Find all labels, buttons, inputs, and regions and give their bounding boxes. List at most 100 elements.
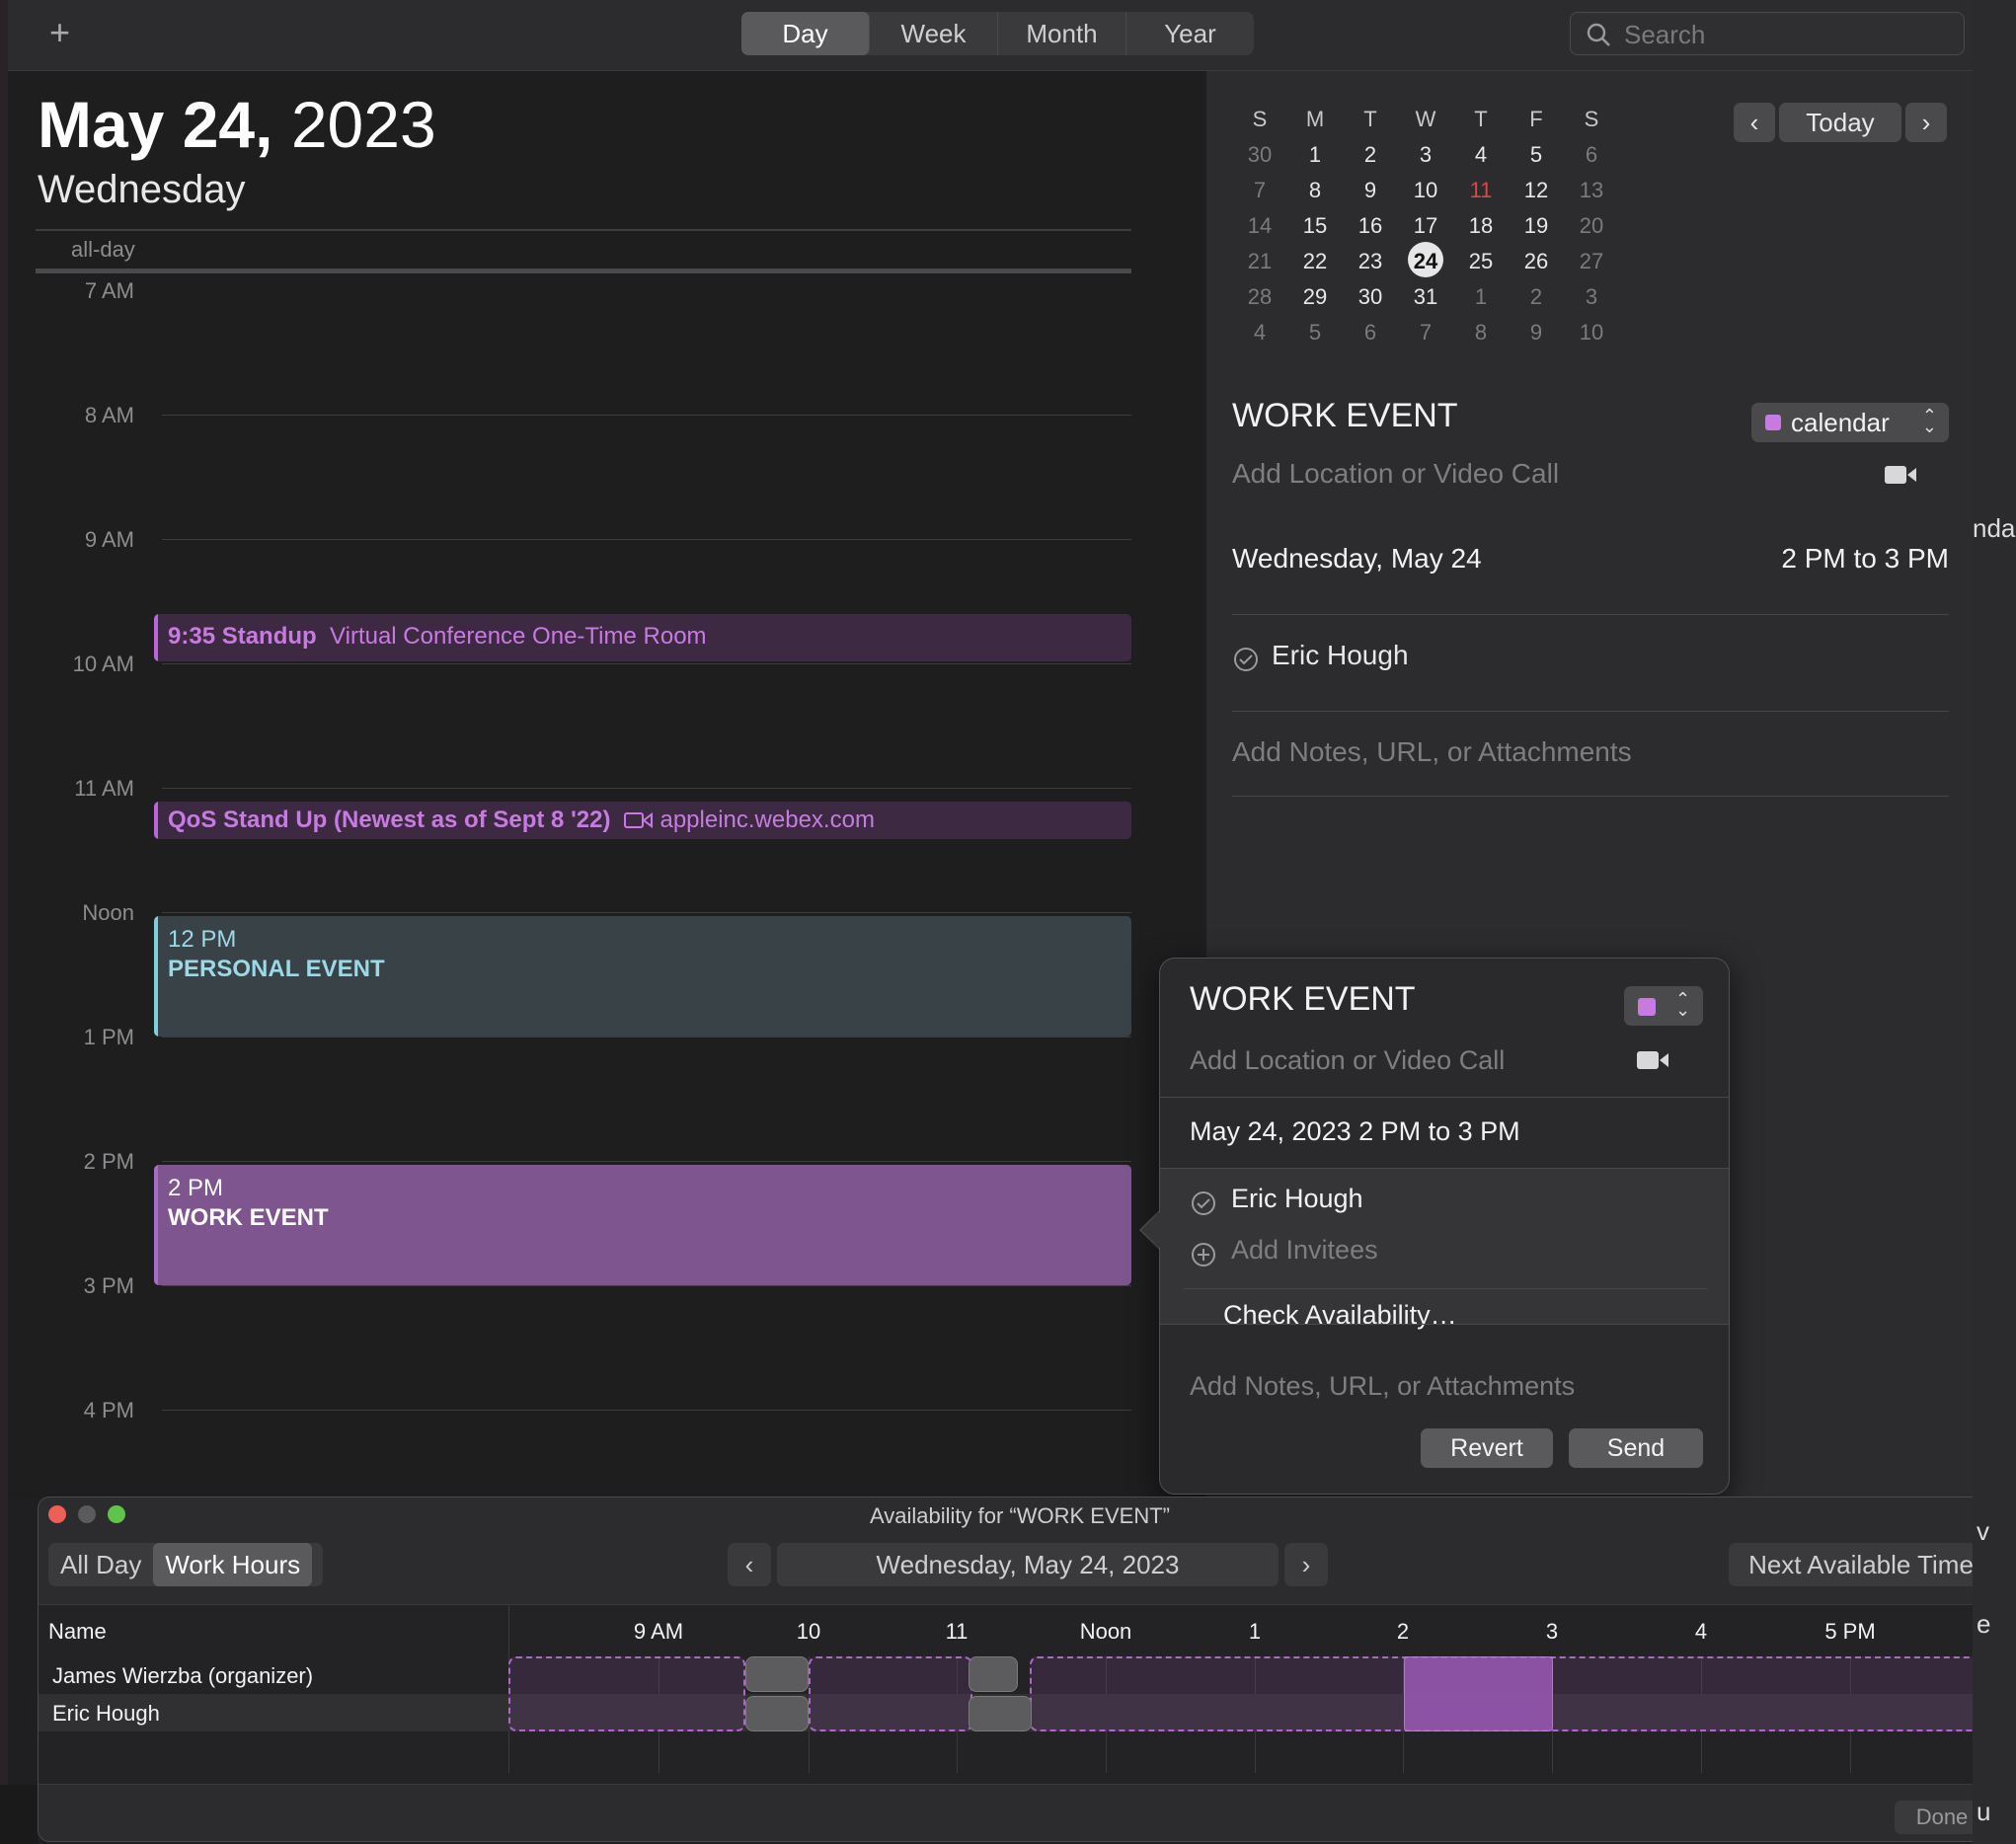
calendar-day[interactable]: 1 <box>1287 142 1343 168</box>
calendar-day[interactable]: 30 <box>1343 284 1398 310</box>
next-month-button[interactable]: › <box>1905 103 1947 142</box>
window-title: Availability for “WORK EVENT” <box>870 1503 1170 1528</box>
calendar-day[interactable]: 17 <box>1398 213 1453 239</box>
divider <box>36 229 1131 231</box>
calendar-day[interactable]: 5 <box>1509 142 1564 168</box>
calendar-day[interactable]: 13 <box>1564 178 1619 203</box>
hour-label: 2 PM <box>83 1149 134 1174</box>
event-date[interactable]: Wednesday, May 24 <box>1232 543 1482 575</box>
attendee-row[interactable]: Eric Hough <box>1232 640 1409 678</box>
notes-field[interactable]: Add Notes, URL, or Attachments <box>1232 736 1632 768</box>
add-invitees-row[interactable]: Add Invitees <box>1190 1235 1378 1273</box>
left-edge <box>0 0 8 1844</box>
calendar-day[interactable]: 5 <box>1287 320 1343 346</box>
calendar-day[interactable]: 3 <box>1398 142 1453 168</box>
calendar-name: calendar <box>1791 408 1890 437</box>
calendar-day[interactable]: 4 <box>1232 320 1287 346</box>
video-camera-icon[interactable] <box>1884 464 1917 491</box>
calendar-day[interactable]: 7 <box>1398 320 1453 346</box>
calendar-day[interactable]: 23 <box>1343 249 1398 274</box>
inspector-title[interactable]: WORK EVENT <box>1232 397 1458 435</box>
event-datetime[interactable]: May 24, 2023 2 PM to 3 PM <box>1190 1116 1520 1147</box>
attendee-name: James Wierzba (organizer) <box>52 1663 314 1688</box>
notes-field[interactable]: Add Notes, URL, or Attachments <box>1190 1371 1575 1402</box>
send-button[interactable]: Send <box>1569 1428 1703 1468</box>
event-time: 2 PM <box>168 1175 224 1201</box>
calendar-day[interactable]: 18 <box>1453 213 1509 239</box>
location-field[interactable]: Add Location or Video Call <box>1190 1045 1505 1076</box>
calendar-day[interactable]: 2 <box>1343 142 1398 168</box>
check-availability-button[interactable]: Check Availability… <box>1223 1300 1457 1331</box>
today-button[interactable]: Today <box>1779 103 1901 142</box>
hour-line <box>162 1285 1131 1286</box>
video-camera-icon[interactable] <box>1636 1049 1669 1076</box>
popover-title[interactable]: WORK EVENT <box>1190 980 1416 1019</box>
calendar-day[interactable]: 8 <box>1287 178 1343 203</box>
calendar-picker[interactable]: calendar ⌃ ⌄ <box>1751 403 1949 442</box>
revert-button[interactable]: Revert <box>1421 1428 1553 1468</box>
tab-all-day[interactable]: All Day <box>48 1543 153 1586</box>
event-personal[interactable]: 12 PM PERSONAL EVENT <box>154 916 1131 1037</box>
calendar-picker[interactable]: ⌃ ⌄ <box>1624 986 1703 1026</box>
calendar-day[interactable]: 1 <box>1453 284 1509 310</box>
calendar-day[interactable]: 6 <box>1564 142 1619 168</box>
tab-week[interactable]: Week <box>870 12 998 55</box>
calendar-day[interactable]: 21 <box>1232 249 1287 274</box>
calendar-day[interactable]: 7 <box>1232 178 1287 203</box>
tab-day[interactable]: Day <box>741 12 870 55</box>
hour-line <box>162 788 1131 789</box>
calendar-day[interactable]: 26 <box>1509 249 1564 274</box>
calendar-color-swatch <box>1765 415 1781 430</box>
calendar-day[interactable]: 16 <box>1343 213 1398 239</box>
tab-month[interactable]: Month <box>998 12 1126 55</box>
calendar-day[interactable]: 9 <box>1509 320 1564 346</box>
event-qos-standup[interactable]: QoS Stand Up (Newest as of Sept 8 '22) a… <box>154 802 1131 839</box>
calendar-day[interactable]: 29 <box>1287 284 1343 310</box>
calendar-day[interactable]: 27 <box>1564 249 1619 274</box>
prev-day-button[interactable]: ‹ <box>728 1543 771 1586</box>
add-event-button[interactable]: + <box>49 12 70 53</box>
tab-work-hours[interactable]: Work Hours <box>153 1543 313 1586</box>
calendar-day[interactable]: 6 <box>1343 320 1398 346</box>
calendar-day[interactable]: 3 <box>1564 284 1619 310</box>
calendar-day[interactable]: 2 <box>1509 284 1564 310</box>
next-available-time-button[interactable]: Next Available Time <box>1729 1543 1993 1586</box>
calendar-day[interactable]: 30 <box>1232 142 1287 168</box>
free-block <box>508 1656 745 1731</box>
event-standup[interactable]: 9:35 Standup Virtual Conference One-Time… <box>154 614 1131 661</box>
background-text: e <box>1977 1609 1991 1639</box>
calendar-day[interactable]: 19 <box>1509 213 1564 239</box>
calendar-day[interactable]: 14 <box>1232 213 1287 239</box>
attendee-row[interactable]: Eric Hough <box>1190 1184 1363 1222</box>
busy-block <box>745 1696 809 1731</box>
search-field[interactable]: Search <box>1570 12 1965 55</box>
calendar-day[interactable]: 24 <box>1398 242 1453 277</box>
selected-time-block[interactable] <box>1404 1656 1553 1731</box>
calendar-day[interactable]: 10 <box>1564 320 1619 346</box>
calendar-day[interactable]: 28 <box>1232 284 1287 310</box>
event-work[interactable]: 2 PM WORK EVENT <box>154 1165 1131 1285</box>
time-label: Noon <box>1079 1619 1132 1644</box>
event-time[interactable]: 2 PM to 3 PM <box>1781 543 1949 575</box>
next-day-button[interactable]: › <box>1284 1543 1328 1586</box>
location-field[interactable]: Add Location or Video Call <box>1232 458 1559 490</box>
calendar-day[interactable]: 25 <box>1453 249 1509 274</box>
calendar-day[interactable]: 9 <box>1343 178 1398 203</box>
calendar-day[interactable]: 12 <box>1509 178 1564 203</box>
calendar-day[interactable]: 8 <box>1453 320 1509 346</box>
tab-year[interactable]: Year <box>1126 12 1254 55</box>
availability-grid: Name 9 AM 10 11 Noon 1 2 3 4 5 PM James … <box>39 1604 2001 1784</box>
divider <box>1232 711 1949 712</box>
calendar-day[interactable]: 22 <box>1287 249 1343 274</box>
calendar-day[interactable]: 11 <box>1453 178 1509 203</box>
attendee-name: Eric Hough <box>1231 1184 1363 1213</box>
prev-month-button[interactable]: ‹ <box>1734 103 1775 142</box>
event-location: Virtual Conference One-Time Room <box>330 623 707 650</box>
calendar-day[interactable]: 10 <box>1398 178 1453 203</box>
calendar-day[interactable]: 4 <box>1453 142 1509 168</box>
calendar-day[interactable]: 31 <box>1398 284 1453 310</box>
calendar-day[interactable]: 20 <box>1564 213 1619 239</box>
chevron-left-icon: ‹ <box>1749 107 1759 137</box>
busy-block <box>745 1656 809 1692</box>
calendar-day[interactable]: 15 <box>1287 213 1343 239</box>
